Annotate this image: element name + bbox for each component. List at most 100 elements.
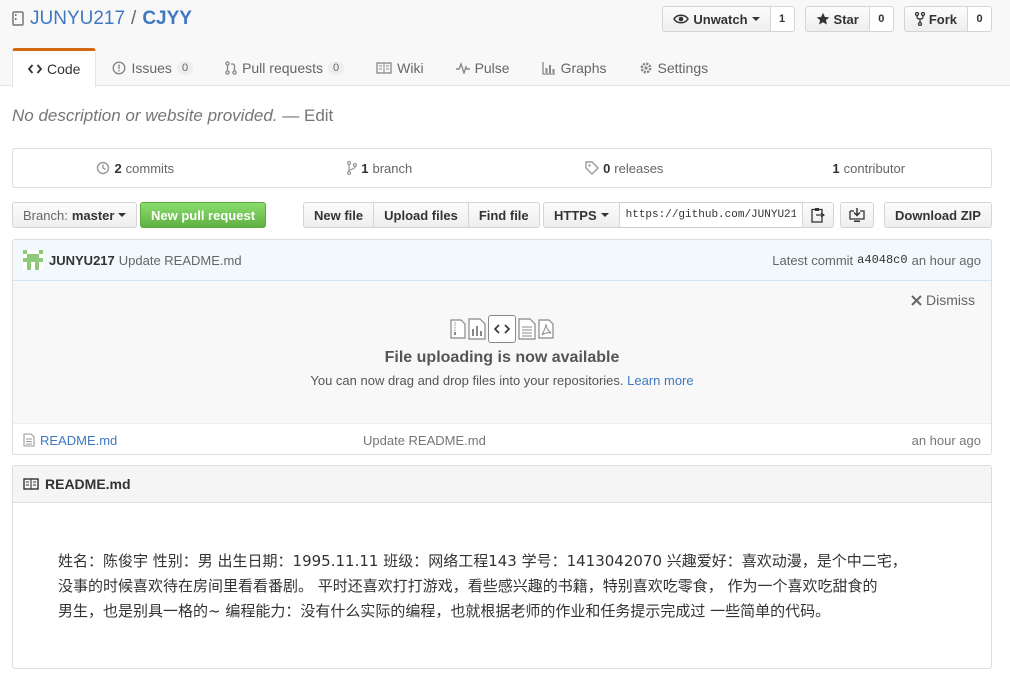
watchers-count[interactable]: 1 xyxy=(770,6,795,32)
chevron-down-icon xyxy=(118,213,127,217)
file-chart-icon xyxy=(468,318,486,340)
star-button[interactable]: Star xyxy=(804,6,870,32)
protocol-select-button[interactable]: HTTPS xyxy=(543,202,620,228)
code-icon xyxy=(28,63,42,75)
repo-separator: / xyxy=(131,8,137,29)
history-icon xyxy=(96,161,110,175)
numbers-summary: 2 commits 1 branch 0 releases 1 contribu… xyxy=(12,148,992,188)
dismiss-button[interactable]: Dismiss xyxy=(905,291,981,309)
file-navigation: Branch: master New pull request New file… xyxy=(12,202,992,230)
download-zip-button[interactable]: Download ZIP xyxy=(884,202,992,228)
repo-header: JUNYU217 / CJYY Unwatch 1 Star 0 Fork 0 … xyxy=(0,0,1010,87)
releases-label: releases xyxy=(614,160,664,176)
commits-count: 2 xyxy=(114,160,122,176)
file-actions-group: New file Upload files Find file xyxy=(303,202,540,228)
tab-wiki-label: Wiki xyxy=(397,59,424,76)
fork-icon xyxy=(914,12,925,26)
latest-commit: Latest commit a4048c0 an hour ago xyxy=(772,253,981,268)
file-upload-notice: Dismiss File uploading is now available … xyxy=(13,281,991,424)
fork-label: Fork xyxy=(928,11,957,27)
tab-graphs-label: Graphs xyxy=(560,59,607,76)
releases-count: 0 xyxy=(603,160,611,176)
upload-notice-text: You can now drag and drop files into you… xyxy=(13,373,991,388)
book-icon xyxy=(23,478,39,490)
avatar[interactable] xyxy=(23,250,43,270)
repo-actions: Unwatch 1 Star 0 Fork 0 xyxy=(662,6,992,32)
stargazers-count[interactable]: 0 xyxy=(869,6,894,32)
file-text-icon xyxy=(518,318,536,340)
tab-issues[interactable]: Issues 0 xyxy=(96,48,209,86)
commits-summary[interactable]: 2 commits xyxy=(13,149,258,187)
readme-line: 男生，也是别具一格的~ 编程能力：没有什么实际的编程，也就根据老师的作业和任务提… xyxy=(58,602,831,620)
chevron-down-icon xyxy=(751,17,760,21)
readme-title: README.md xyxy=(45,476,131,492)
clone-url-input[interactable] xyxy=(619,202,802,228)
file-zip-icon xyxy=(450,319,466,339)
fork-button[interactable]: Fork xyxy=(903,6,968,32)
pull-requests-counter: 0 xyxy=(328,60,345,75)
file-text-icon xyxy=(23,433,35,447)
upload-files-button[interactable]: Upload files xyxy=(373,202,469,228)
releases-summary[interactable]: 0 releases xyxy=(502,149,747,187)
repo-book-icon xyxy=(12,11,24,27)
branch-select-button[interactable]: Branch: master xyxy=(12,202,138,228)
readme-line: 没事的时候喜欢待在房间里看看番剧。 平时还喜欢打打游戏，看些感兴趣的书籍，特别喜… xyxy=(58,577,878,595)
tab-pulse-label: Pulse xyxy=(474,59,510,76)
file-pdf-icon xyxy=(538,319,554,339)
forks-count[interactable]: 0 xyxy=(968,6,992,32)
copy-clone-url-button[interactable] xyxy=(801,202,834,228)
open-in-desktop-button[interactable] xyxy=(840,202,874,228)
protocol-label: HTTPS xyxy=(554,207,597,223)
tab-pull-requests-label: Pull requests xyxy=(242,59,323,76)
readme-line: 姓名：陈俊宇 性别：男 出生日期：1995.11.11 班级：网络工程143 学… xyxy=(58,552,907,570)
pulse-icon xyxy=(455,61,470,74)
file-commit-message-link[interactable]: Update README.md xyxy=(363,433,912,448)
repo-name-link[interactable]: CJYY xyxy=(142,8,192,30)
issue-opened-icon xyxy=(112,60,126,75)
readme-header: README.md xyxy=(13,466,991,503)
learn-more-link[interactable]: Learn more xyxy=(627,373,693,388)
tab-code[interactable]: Code xyxy=(12,48,97,87)
contributors-summary[interactable]: 1 contributor xyxy=(747,149,992,187)
clone-url-group: HTTPS xyxy=(543,202,834,228)
edit-description-link[interactable]: — Edit xyxy=(282,106,333,125)
tab-graphs[interactable]: Graphs xyxy=(526,48,623,86)
branch-prefix: Branch: xyxy=(23,207,68,223)
table-row: README.md Update README.md an hour ago xyxy=(13,424,991,454)
file-name-cell: README.md xyxy=(23,433,363,448)
tab-issues-label: Issues xyxy=(131,59,172,76)
file-age: an hour ago xyxy=(911,432,981,448)
close-icon xyxy=(911,294,922,306)
gear-icon xyxy=(639,61,653,75)
new-pull-request-button[interactable]: New pull request xyxy=(140,202,267,228)
repo-owner-link[interactable]: JUNYU217 xyxy=(30,8,125,30)
unwatch-button[interactable]: Unwatch xyxy=(662,6,771,32)
tab-settings[interactable]: Settings xyxy=(623,48,725,86)
branches-summary[interactable]: 1 branch xyxy=(258,149,503,187)
watch-group: Unwatch 1 xyxy=(662,6,795,32)
branches-label: branch xyxy=(372,160,413,176)
latest-commit-label: Latest commit xyxy=(772,252,854,268)
graph-icon xyxy=(541,61,556,75)
desktop-download-icon xyxy=(849,208,865,222)
star-group: Star 0 xyxy=(804,6,894,32)
commit-sha-link[interactable]: a4048c0 xyxy=(857,253,907,267)
tab-code-label: Code xyxy=(47,61,81,77)
commit-message-link[interactable]: Update README.md xyxy=(119,253,242,268)
git-branch-icon xyxy=(347,161,358,175)
find-file-button[interactable]: Find file xyxy=(467,202,540,228)
tab-pulse[interactable]: Pulse xyxy=(440,48,526,86)
clippy-icon xyxy=(810,207,825,223)
file-type-icons xyxy=(13,315,991,343)
commits-label: commits xyxy=(125,160,175,176)
readme-content: 姓名：陈俊宇 性别：男 出生日期：1995.11.11 班级：网络工程143 学… xyxy=(13,503,991,624)
commit-author-link[interactable]: JUNYU217 xyxy=(49,253,115,268)
file-link[interactable]: README.md xyxy=(40,433,117,448)
tab-pull-requests[interactable]: Pull requests 0 xyxy=(209,48,360,86)
tab-settings-label: Settings xyxy=(657,59,709,76)
upload-notice-body: You can now drag and drop files into you… xyxy=(310,373,624,388)
description-text: No description or website provided. xyxy=(12,106,278,125)
contributors-label: contributor xyxy=(843,160,906,176)
tab-wiki[interactable]: Wiki xyxy=(360,48,439,86)
new-file-button[interactable]: New file xyxy=(303,202,375,228)
